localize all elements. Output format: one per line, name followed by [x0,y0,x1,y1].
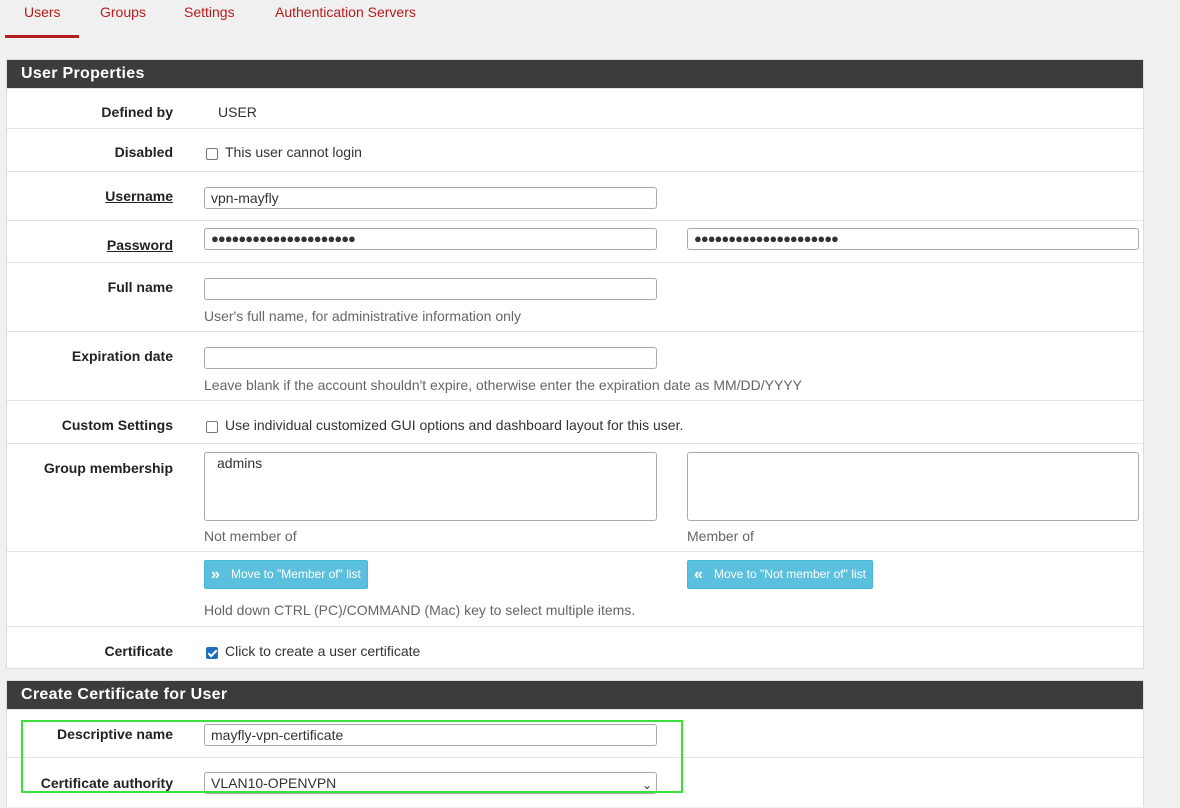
certificate-authority-value: VLAN10-OPENVPN [211,775,337,791]
move-buttons-row: » Move to "Member of" list « Move to "No… [7,551,1143,626]
descriptive-name-input[interactable]: mayfly-vpn-certificate [204,724,657,746]
chevron-down-icon: ⌄ [641,778,652,792]
move-to-not-member-button[interactable]: « Move to "Not member of" list [687,560,873,589]
custom-settings-label: Custom Settings [61,417,173,433]
username-input[interactable]: vpn-mayfly [204,187,657,209]
panel-title: Create Certificate for User [7,681,1143,709]
not-member-of-listbox[interactable]: admins [204,452,657,521]
password-confirm-input[interactable]: ●●●●●●●●●●●●●●●●●●●●● [687,228,1139,250]
member-of-listbox[interactable] [687,452,1139,521]
user-properties-panel: User Properties Defined by USER Disabled… [6,59,1144,669]
panel-title: User Properties [7,60,1143,88]
username-row: Username vpn-mayfly [7,171,1143,220]
tab-users[interactable]: Users [24,4,61,20]
disabled-label: Disabled [114,144,173,160]
active-tab-indicator [5,35,79,38]
certificate-checkbox[interactable] [206,647,218,659]
disabled-checkbox[interactable] [206,148,218,160]
certificate-authority-label: Certificate authority [40,775,173,791]
group-membership-label: Group membership [43,460,173,476]
descriptive-name-row: Descriptive name mayfly-vpn-certificate [7,709,1143,757]
password-input[interactable]: ●●●●●●●●●●●●●●●●●●●●● [204,228,657,250]
full-name-row: Full name User's full name, for administ… [7,262,1143,331]
disabled-checkbox-label: This user cannot login [225,144,362,160]
full-name-label: Full name [107,279,173,295]
disabled-row: Disabled This user cannot login [7,128,1143,171]
list-item[interactable]: admins [217,455,262,471]
multi-select-help: Hold down CTRL (PC)/COMMAND (Mac) key to… [204,602,636,618]
certificate-authority-row: Certificate authority VLAN10-OPENVPN ⌄ [7,757,1143,808]
double-chevron-right-icon: » [211,566,220,583]
member-of-caption: Member of [687,528,754,544]
expiration-row: Expiration date Leave blank if the accou… [7,331,1143,400]
tab-settings[interactable]: Settings [184,4,235,20]
expiration-help: Leave blank if the account shouldn't exp… [204,377,803,393]
not-member-of-caption: Not member of [204,528,297,544]
create-certificate-panel: Create Certificate for User Descriptive … [6,680,1144,807]
password-label: Password [106,237,173,253]
expiration-date-input[interactable] [204,347,657,369]
defined-by-label: Defined by [101,104,173,120]
defined-by-row: Defined by USER [7,88,1143,128]
username-label: Username [105,188,173,204]
custom-settings-checkbox[interactable] [206,421,218,433]
tab-groups[interactable]: Groups [100,4,146,20]
group-membership-row: Group membership admins Not member of Me… [7,443,1143,551]
expiration-label: Expiration date [71,348,173,364]
certificate-label: Certificate [104,643,173,659]
custom-settings-row: Custom Settings Use individual customize… [7,400,1143,443]
password-row: Password ●●●●●●●●●●●●●●●●●●●●● ●●●●●●●●●… [7,220,1143,262]
custom-settings-checkbox-label: Use individual customized GUI options an… [225,417,684,433]
full-name-help: User's full name, for administrative inf… [204,308,522,324]
move-to-not-member-label: Move to "Not member of" list [714,567,866,581]
tab-bar: Users Groups Settings Authentication Ser… [0,0,1180,40]
certificate-checkbox-label: Click to create a user certificate [225,643,421,659]
descriptive-name-label: Descriptive name [57,726,173,742]
full-name-input[interactable] [204,278,657,300]
certificate-row: Certificate Click to create a user certi… [7,626,1143,670]
certificate-authority-select[interactable]: VLAN10-OPENVPN ⌄ [204,772,657,794]
move-to-member-label: Move to "Member of" list [231,567,361,581]
move-to-member-button[interactable]: » Move to "Member of" list [204,560,368,589]
tab-authentication-servers[interactable]: Authentication Servers [275,4,416,20]
defined-by-value: USER [218,104,257,120]
double-chevron-left-icon: « [694,566,703,583]
